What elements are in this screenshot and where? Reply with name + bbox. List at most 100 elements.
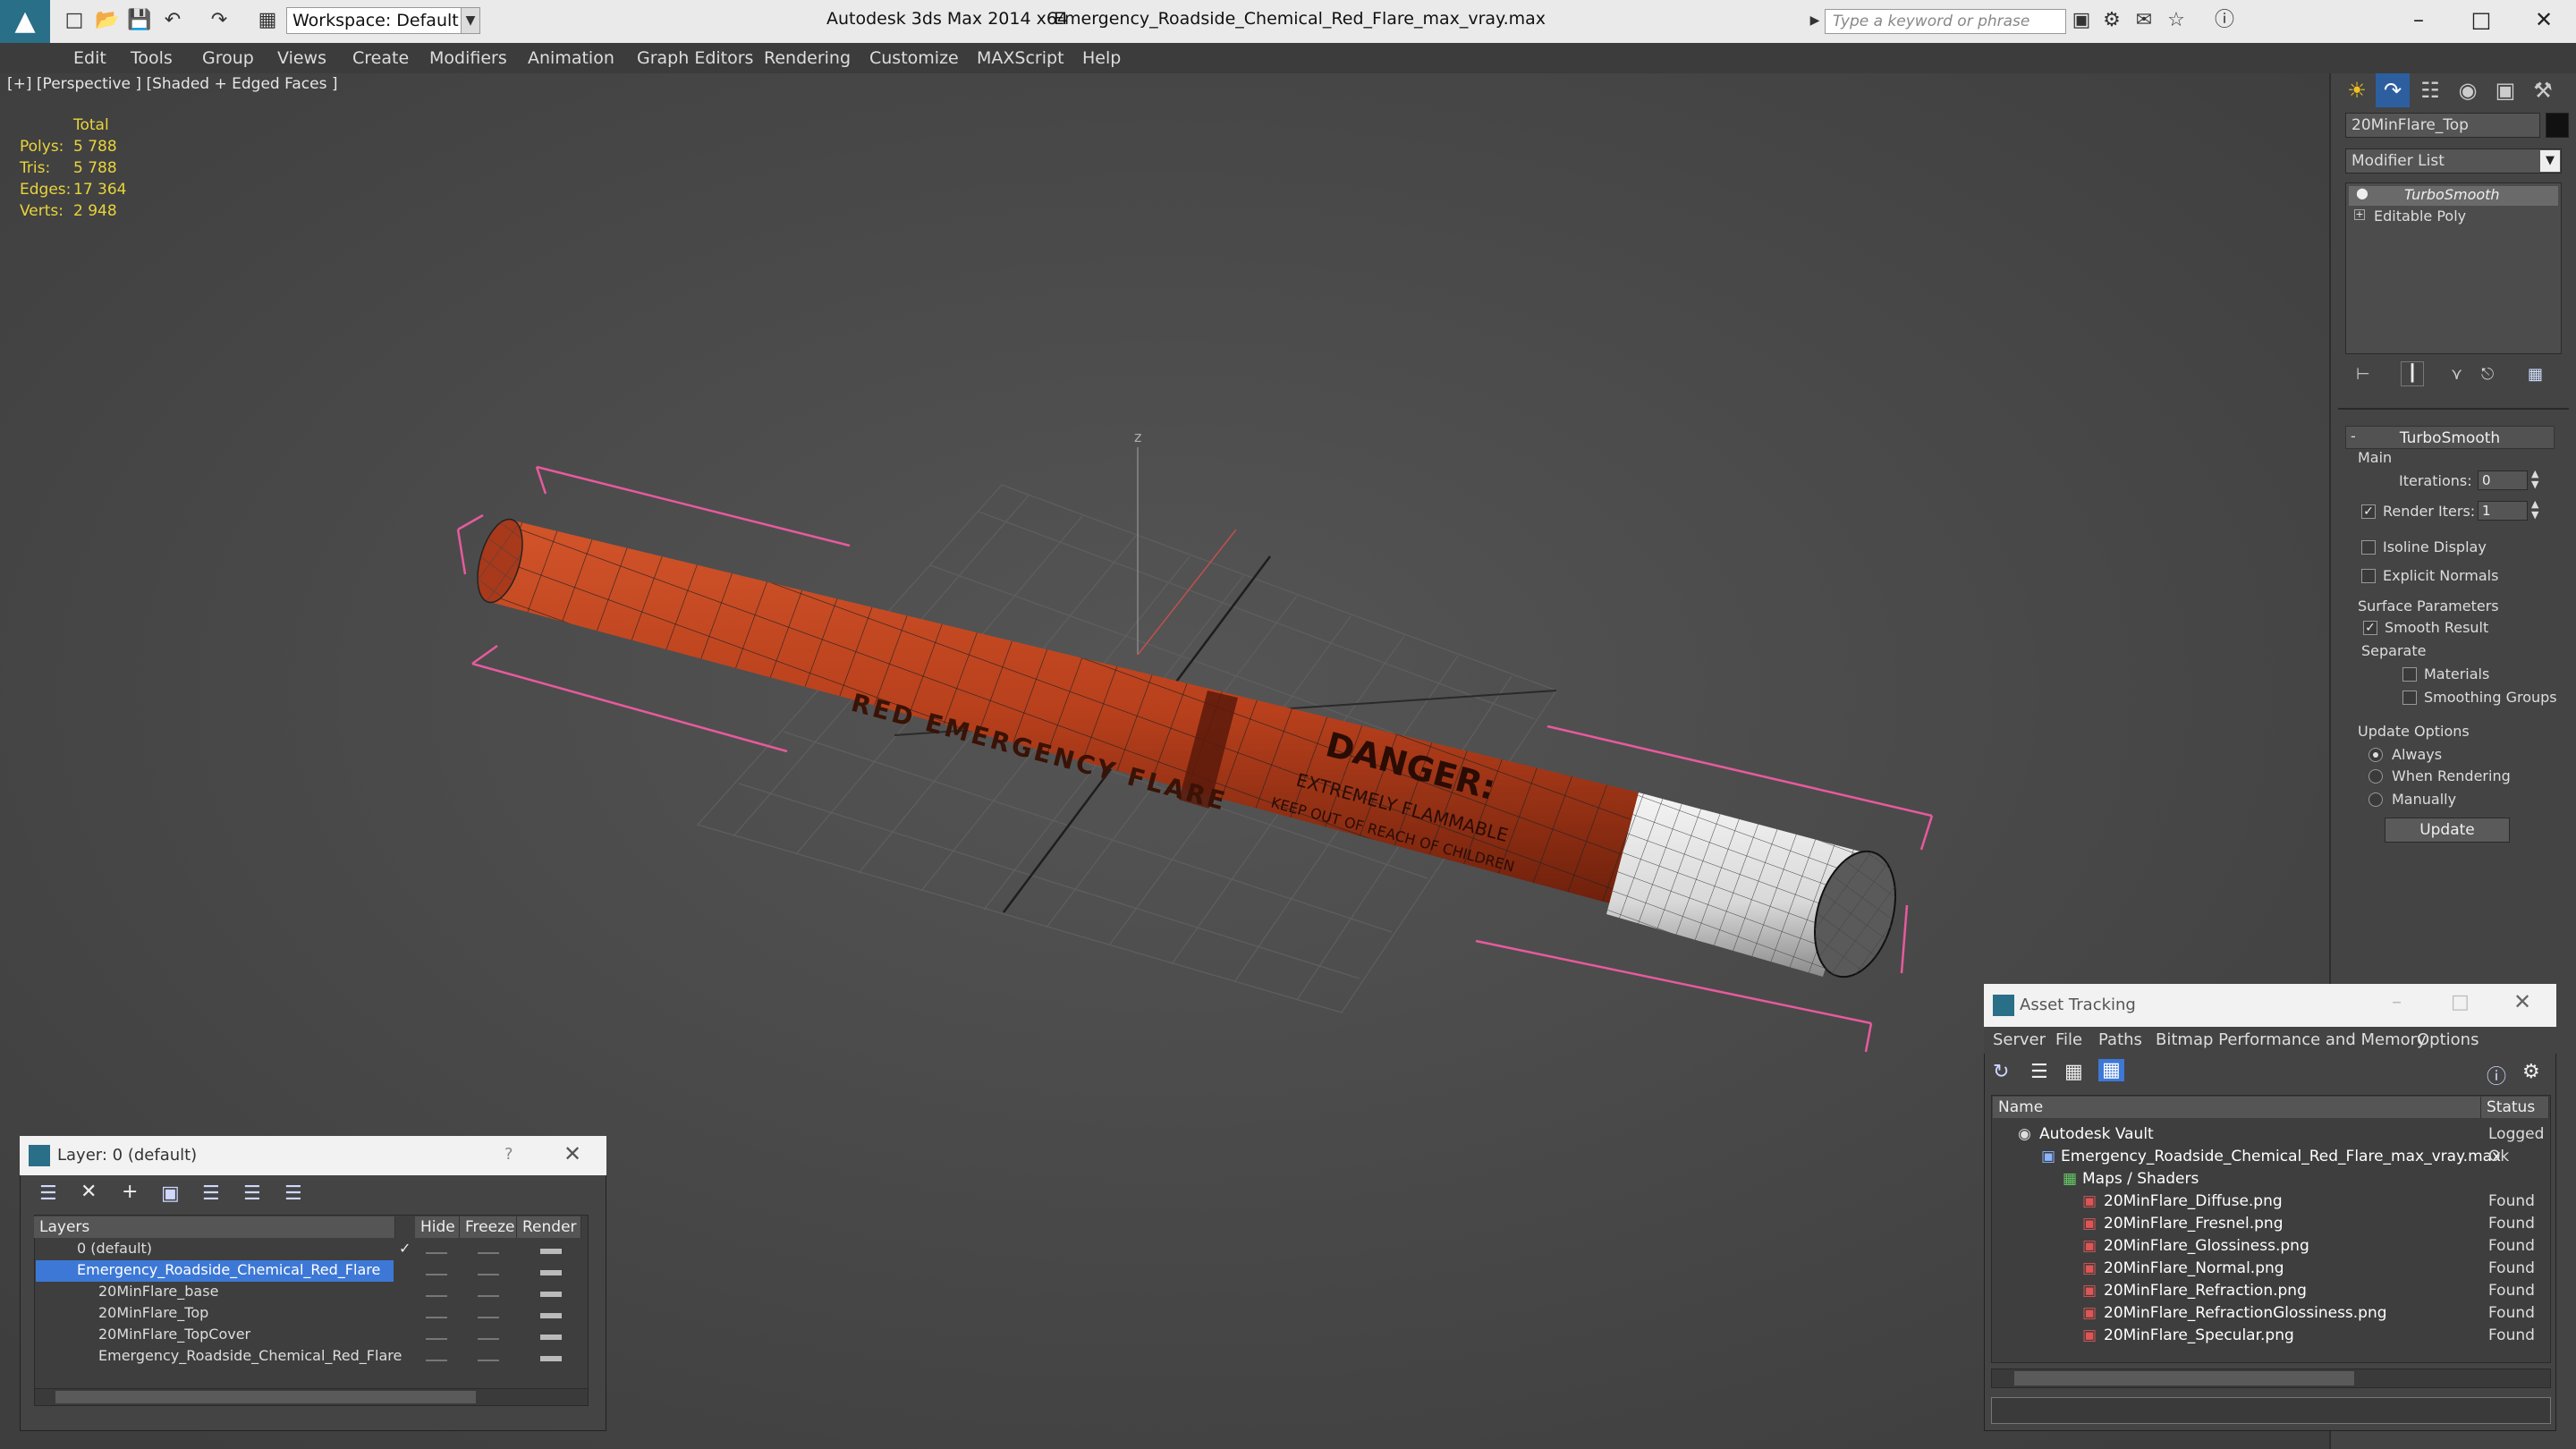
minimize-icon[interactable]: – xyxy=(2401,4,2436,36)
menu-customize[interactable]: Customize xyxy=(869,48,959,68)
layer-freeze-column[interactable] xyxy=(478,1245,499,1361)
menu-animation[interactable]: Animation xyxy=(528,48,614,68)
menu-views[interactable]: Views xyxy=(277,48,326,68)
grid-view-icon[interactable]: ▦ xyxy=(2098,1059,2124,1081)
modify-tab-icon[interactable]: ↷ xyxy=(2376,73,2410,107)
scrollbar-thumb[interactable] xyxy=(2014,1371,2354,1385)
redo-icon[interactable]: ↷ xyxy=(208,9,231,32)
show-end-result-icon[interactable]: ┃ xyxy=(2401,361,2424,386)
layer-row[interactable]: 0 (default) xyxy=(77,1238,152,1259)
asset-menu-file[interactable]: File xyxy=(2055,1030,2082,1049)
menu-edit[interactable]: Edit xyxy=(73,48,106,68)
communication-icon[interactable]: ✉ xyxy=(2132,9,2156,32)
menu-tools[interactable]: Tools xyxy=(131,48,173,68)
help-icon[interactable]: ? xyxy=(504,1145,513,1164)
iterations-spinner[interactable]: 0 xyxy=(2478,470,2528,490)
asset-row[interactable]: 20MinFlare_Fresnel.png xyxy=(2104,1213,2283,1235)
delete-layer-icon[interactable]: ✕ xyxy=(80,1181,97,1203)
select-in-layer-icon[interactable]: ▣ xyxy=(161,1182,180,1205)
remove-modifier-icon[interactable]: ⎋ xyxy=(2481,365,2494,384)
asset-row[interactable]: Emergency_Roadside_Chemical_Red_Flare_ma… xyxy=(2061,1146,2501,1168)
lightbulb-icon[interactable]: ● xyxy=(2356,184,2368,201)
asset-menu-bitmap[interactable]: Bitmap Performance and Memory xyxy=(2156,1030,2427,1049)
asset-row[interactable]: 20MinFlare_Normal.png xyxy=(2104,1258,2284,1280)
menu-graph-editors[interactable]: Graph Editors xyxy=(637,48,753,68)
active-layer-check-icon[interactable]: ✓ xyxy=(399,1238,411,1259)
configure-sets-icon[interactable]: ▦ xyxy=(2528,365,2543,384)
layer-row[interactable]: 20MinFlare_TopCover xyxy=(98,1324,250,1345)
help-icon[interactable]: ⓘ xyxy=(2213,9,2236,32)
new-file-icon[interactable]: □ xyxy=(63,9,86,32)
when-rendering-radio[interactable] xyxy=(2368,769,2383,784)
render-iters-spinner[interactable]: 1 xyxy=(2478,501,2528,521)
layer-row[interactable]: 20MinFlare_Top xyxy=(98,1302,208,1324)
layer-row[interactable]: Emergency_Roadside_Chemical_Red_Flare xyxy=(98,1345,402,1367)
isoline-display-checkbox[interactable] xyxy=(2361,540,2376,555)
list-view-icon[interactable]: ☰ xyxy=(2030,1061,2048,1083)
object-color-swatch[interactable] xyxy=(2546,113,2569,138)
chevron-down-icon[interactable]: ▼ xyxy=(461,7,480,34)
modifier-list-dropdown[interactable]: Modifier List xyxy=(2345,148,2562,174)
subscription-icon[interactable]: ⚙ xyxy=(2100,9,2123,32)
asset-row[interactable]: Maps / Shaders xyxy=(2082,1168,2199,1191)
settings-icon[interactable]: ⚙ xyxy=(2522,1061,2540,1083)
pin-stack-icon[interactable]: ⊢ xyxy=(2356,365,2370,384)
asset-row[interactable]: 20MinFlare_RefractionGlossiness.png xyxy=(2104,1302,2387,1325)
hierarchy-tab-icon[interactable]: ☷ xyxy=(2413,73,2447,107)
asset-menu-paths[interactable]: Paths xyxy=(2098,1030,2142,1049)
column-header-freeze[interactable]: Freeze xyxy=(460,1216,517,1238)
close-icon[interactable]: ✕ xyxy=(2526,4,2562,36)
column-header-layers[interactable]: Layers xyxy=(34,1216,395,1238)
hide-all-layers-icon[interactable]: ☰ xyxy=(243,1182,261,1205)
asset-row[interactable]: 20MinFlare_Specular.png xyxy=(2104,1325,2294,1347)
project-folder-icon[interactable]: ▦ xyxy=(256,9,279,32)
create-tab-icon[interactable]: ☀ xyxy=(2340,73,2374,107)
column-header-name[interactable]: Name xyxy=(1993,1097,2481,1118)
binoculars-icon[interactable]: ▣ xyxy=(2070,9,2093,32)
help-icon[interactable]: ⓘ xyxy=(2487,1061,2506,1089)
layer-hide-column[interactable] xyxy=(426,1245,447,1361)
menu-maxscript[interactable]: MAXScript xyxy=(977,48,1064,68)
object-name-field[interactable]: 20MinFlare_Top xyxy=(2345,113,2540,138)
layer-row[interactable]: Emergency_Roadside_Chemical_Red_Flare xyxy=(77,1259,380,1281)
smoothing-groups-checkbox[interactable] xyxy=(2402,691,2417,705)
asset-row[interactable]: 20MinFlare_Glossiness.png xyxy=(2104,1235,2309,1258)
favorites-star-icon[interactable]: ☆ xyxy=(2165,9,2188,32)
asset-menu-options[interactable]: Options xyxy=(2417,1030,2479,1049)
asset-path-field[interactable] xyxy=(1991,1397,2551,1424)
motion-tab-icon[interactable]: ◉ xyxy=(2451,73,2485,107)
undo-icon[interactable]: ↶ xyxy=(161,9,184,32)
scrollbar-thumb[interactable] xyxy=(55,1391,476,1403)
highlight-layer-icon[interactable]: ☰ xyxy=(202,1182,220,1205)
menu-group[interactable]: Group xyxy=(202,48,254,68)
column-header-hide[interactable]: Hide xyxy=(415,1216,460,1238)
spinner-arrows-icon[interactable]: ▲ ▼ xyxy=(2531,469,2538,490)
asset-menu-server[interactable]: Server xyxy=(1993,1030,2046,1049)
search-arrow-icon[interactable]: ▶ xyxy=(1803,9,1826,32)
expand-plus-icon[interactable]: + xyxy=(2354,209,2365,220)
smooth-result-checkbox[interactable]: ✓ xyxy=(2363,621,2377,635)
column-header-status[interactable]: Status xyxy=(2481,1097,2549,1118)
maximize-icon[interactable]: □ xyxy=(2463,4,2499,36)
turbosmooth-rollout-header[interactable]: TurboSmooth xyxy=(2345,426,2555,449)
minimize-icon[interactable]: – xyxy=(2392,991,2402,1013)
explicit-normals-checkbox[interactable] xyxy=(2361,569,2376,583)
freeze-all-layers-icon[interactable]: ☰ xyxy=(284,1182,302,1205)
menu-rendering[interactable]: Rendering xyxy=(764,48,851,68)
update-button[interactable]: Update xyxy=(2385,818,2510,843)
maximize-icon[interactable]: □ xyxy=(2451,991,2470,1013)
display-tab-icon[interactable]: ▣ xyxy=(2488,73,2522,107)
new-layer-icon[interactable]: ☰ xyxy=(39,1182,57,1205)
asset-row[interactable]: 20MinFlare_Refraction.png xyxy=(2104,1280,2307,1302)
menu-create[interactable]: Create xyxy=(352,48,409,68)
menu-help[interactable]: Help xyxy=(1082,48,1121,68)
search-input[interactable]: Type a keyword or phrase xyxy=(1825,9,2066,34)
always-radio[interactable] xyxy=(2368,748,2383,762)
chevron-down-icon[interactable]: ▼ xyxy=(2540,150,2560,172)
make-unique-icon[interactable]: ⋎ xyxy=(2451,365,2462,384)
open-file-icon[interactable]: 📂 xyxy=(95,9,119,32)
menu-modifiers[interactable]: Modifiers xyxy=(429,48,507,68)
asset-row[interactable]: Autodesk Vault xyxy=(2039,1123,2154,1146)
utilities-tab-icon[interactable]: ⚒ xyxy=(2526,73,2560,107)
column-header-render[interactable]: Render xyxy=(517,1216,581,1238)
